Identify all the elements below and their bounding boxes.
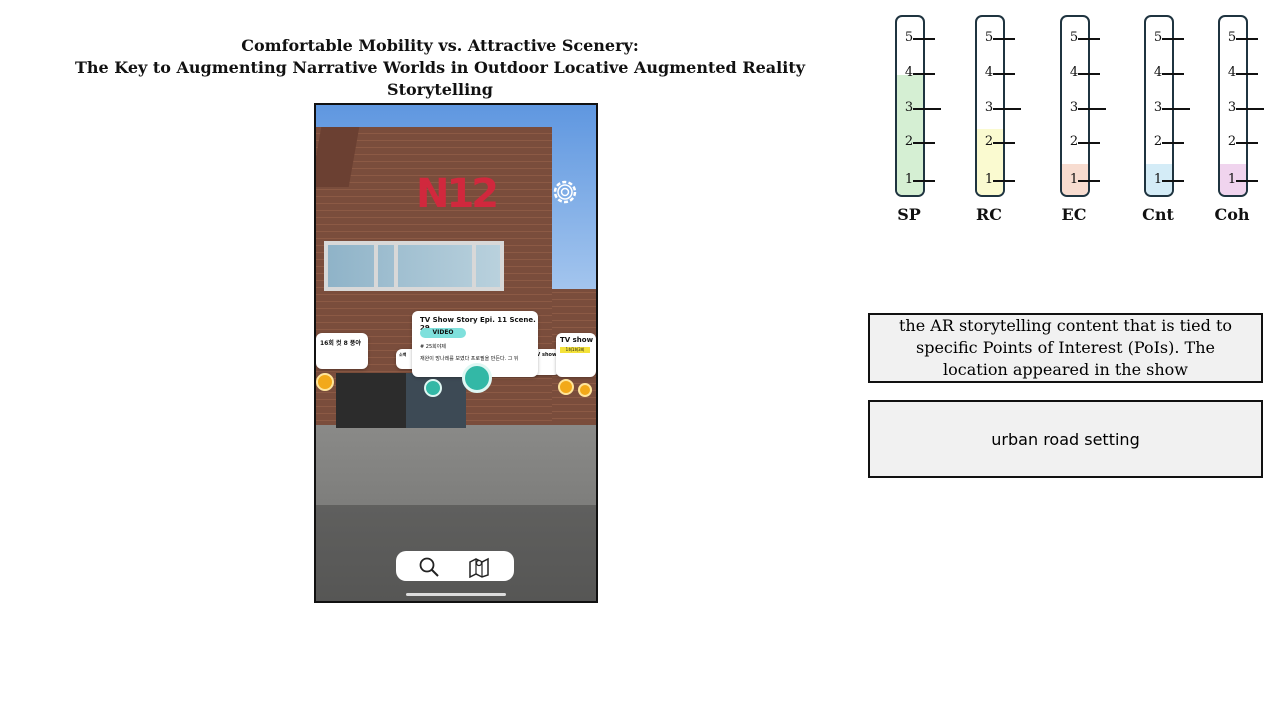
phone-screenshot: N12 16회 컷 8 풍야 소백 TV show TV Show Story … xyxy=(314,103,598,603)
scale-number: 4 xyxy=(1069,65,1079,80)
scale-number: 5 xyxy=(1069,30,1079,45)
gear-icon[interactable] xyxy=(550,177,580,207)
scale-number: 2 xyxy=(984,134,994,149)
scale-number: 3 xyxy=(904,100,914,115)
bottom-toolbar xyxy=(396,551,514,581)
scale-number: 1 xyxy=(984,172,994,187)
poi-description-box: the AR storytelling content that is tied… xyxy=(868,313,1263,383)
scale-number: 1 xyxy=(1227,172,1237,187)
card-description: 재완이 망나레를 보였다 프로필을 만든다. 그 뒤 xyxy=(420,356,519,362)
scale-number: 1 xyxy=(904,172,914,187)
scale-label: Cnt xyxy=(1142,205,1174,224)
scale-number: 4 xyxy=(984,65,994,80)
scale-number: 2 xyxy=(1153,134,1163,149)
scale-number: 3 xyxy=(1227,100,1237,115)
window-divider xyxy=(394,241,398,291)
scale-number: 3 xyxy=(1153,100,1163,115)
search-icon[interactable] xyxy=(418,556,440,578)
card-hashtag: # 25희야제 xyxy=(420,344,446,350)
poi-marker[interactable] xyxy=(578,383,592,397)
scale-number: 3 xyxy=(1069,100,1079,115)
scale-label: EC xyxy=(1061,205,1087,224)
scale-tick xyxy=(993,108,1021,110)
scale-number: 5 xyxy=(904,30,914,45)
setting-description-box: urban road setting xyxy=(868,400,1263,478)
card-title: TV show xyxy=(560,336,594,344)
poi-marker[interactable] xyxy=(462,363,492,393)
scale-number: 2 xyxy=(1227,134,1237,149)
scale-tick xyxy=(1236,108,1264,110)
building-logo: N12 xyxy=(416,171,499,217)
poi-marker[interactable] xyxy=(558,379,574,395)
building-windows xyxy=(324,241,504,291)
video-badge: VIDEO xyxy=(420,328,466,338)
map-icon[interactable] xyxy=(468,556,490,578)
scale-number: 1 xyxy=(1069,172,1079,187)
scale-number: 5 xyxy=(984,30,994,45)
scale-number: 4 xyxy=(1227,65,1237,80)
slide-title-line2: The Key to Augmenting Narrative Worlds i… xyxy=(74,58,805,99)
scale-label: SP xyxy=(897,205,921,224)
card-title: 16회 컷 8 풍야 xyxy=(320,340,361,347)
scale-number: 4 xyxy=(1153,65,1163,80)
scale-number: 2 xyxy=(904,134,914,149)
scale-number: 2 xyxy=(1069,134,1079,149)
poi-marker[interactable] xyxy=(424,379,442,397)
scale-number: 5 xyxy=(1227,30,1237,45)
scale-number: 5 xyxy=(1153,30,1163,45)
poi-marker[interactable] xyxy=(316,373,334,391)
scale-tick xyxy=(913,108,941,110)
card-title: 소백 xyxy=(399,352,407,357)
story-card-right[interactable]: TV show 1회1회3회 xyxy=(556,333,596,377)
window-divider xyxy=(472,241,476,291)
building-entrance xyxy=(336,373,406,428)
scale-number: 4 xyxy=(904,65,914,80)
scale-number: 3 xyxy=(984,100,994,115)
story-card-left[interactable]: 16회 컷 8 풍야 xyxy=(316,333,368,369)
card-badge: 1회1회3회 xyxy=(560,347,590,353)
window-divider xyxy=(374,241,378,291)
scale-number: 1 xyxy=(1153,172,1163,187)
home-indicator xyxy=(406,593,506,596)
slide-title-line1: Comfortable Mobility vs. Attractive Scen… xyxy=(241,36,639,55)
scale-tick xyxy=(1078,108,1106,110)
scale-label: RC xyxy=(975,205,1003,224)
scale-label: Coh xyxy=(1214,205,1250,224)
scale-tick xyxy=(1162,108,1190,110)
